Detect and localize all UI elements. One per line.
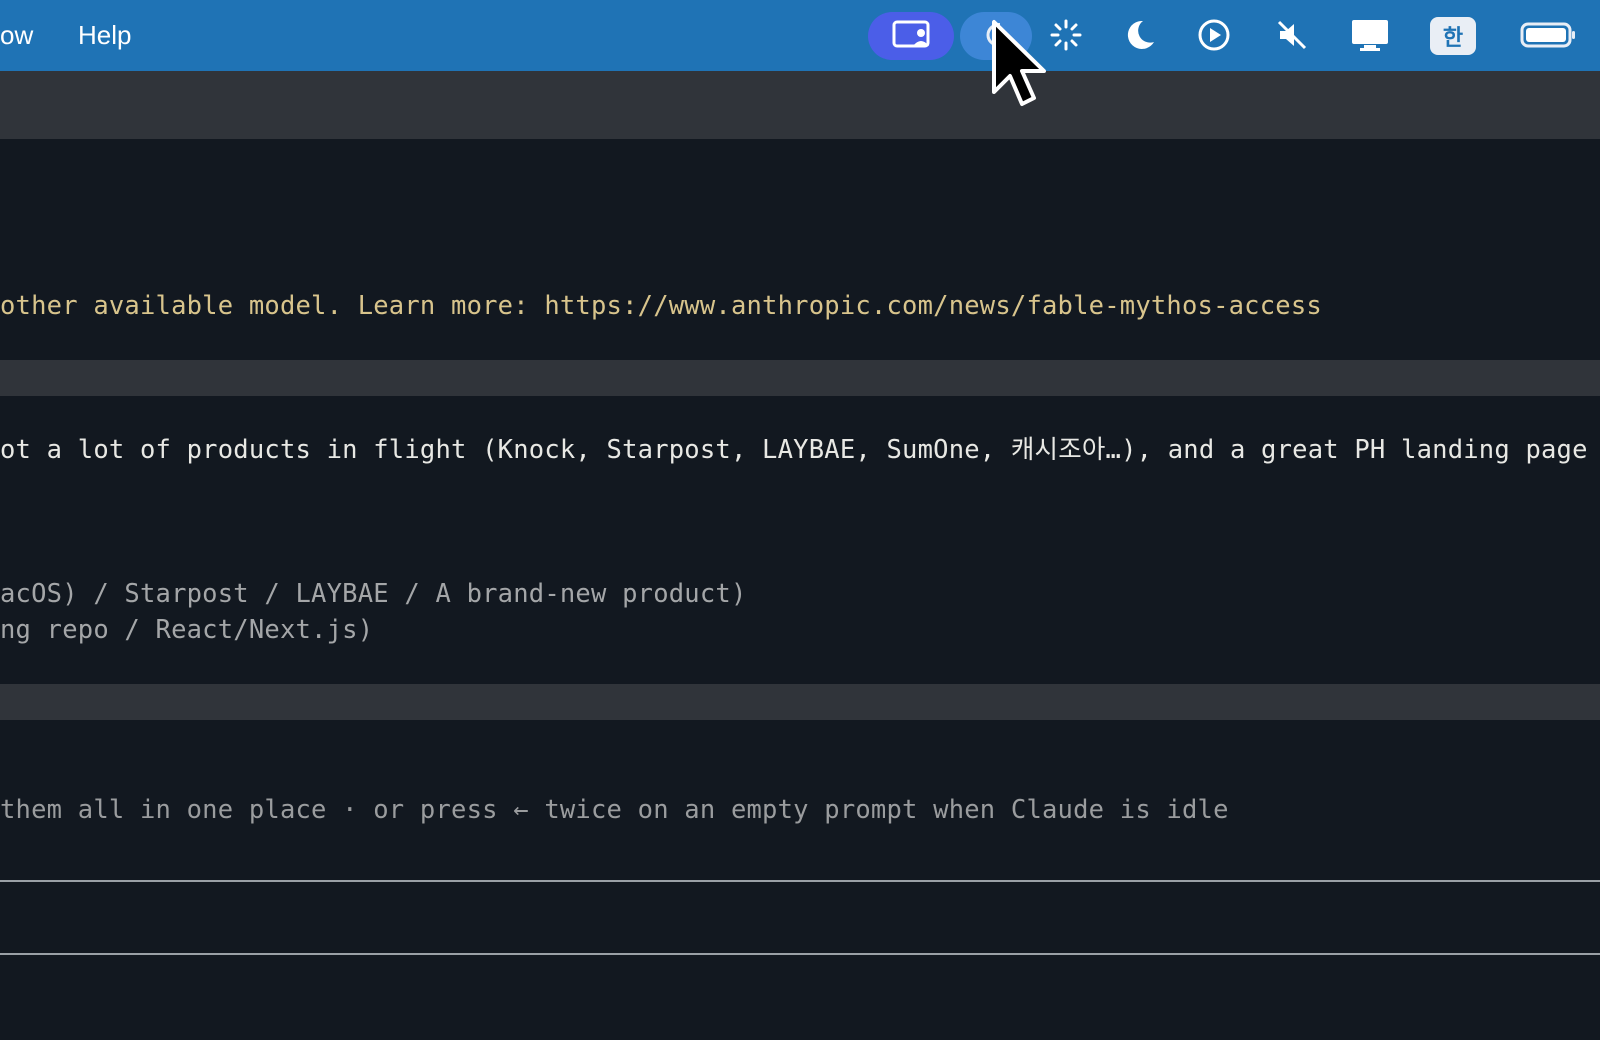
prompt-input[interactable]	[0, 884, 1600, 951]
menu-help[interactable]: Help	[78, 18, 131, 52]
brightness-icon[interactable]	[1046, 15, 1086, 55]
display-icon[interactable]	[1350, 15, 1390, 55]
moon-icon[interactable]	[1120, 15, 1160, 55]
prompt-bottom-rule	[0, 953, 1600, 955]
muted-speaker-icon[interactable]	[1272, 15, 1312, 55]
option-line: acOS) / Starpost / LAYBAE / A brand-new …	[0, 579, 747, 609]
terminal-header-band	[0, 71, 1600, 139]
option-line: ng repo / React/Next.js)	[0, 615, 374, 645]
hint-line: them all in one place · or press ← twice…	[0, 795, 1229, 825]
menu-bar: ow Help 한	[0, 0, 1600, 71]
message-line: ot a lot of products in flight (Knock, S…	[0, 435, 1600, 465]
mouse-cursor-icon	[990, 18, 1050, 118]
input-source-icon[interactable]: 한	[1430, 17, 1476, 55]
separator-band	[0, 360, 1600, 396]
notice-line: other available model. Learn more: https…	[0, 291, 1322, 321]
prompt-top-rule	[0, 880, 1600, 882]
play-circle-icon[interactable]	[1194, 15, 1234, 55]
battery-icon[interactable]	[1520, 15, 1576, 55]
menu-window[interactable]: ow	[0, 18, 33, 52]
separator-band	[0, 684, 1600, 720]
screen-share-icon[interactable]	[892, 15, 932, 55]
